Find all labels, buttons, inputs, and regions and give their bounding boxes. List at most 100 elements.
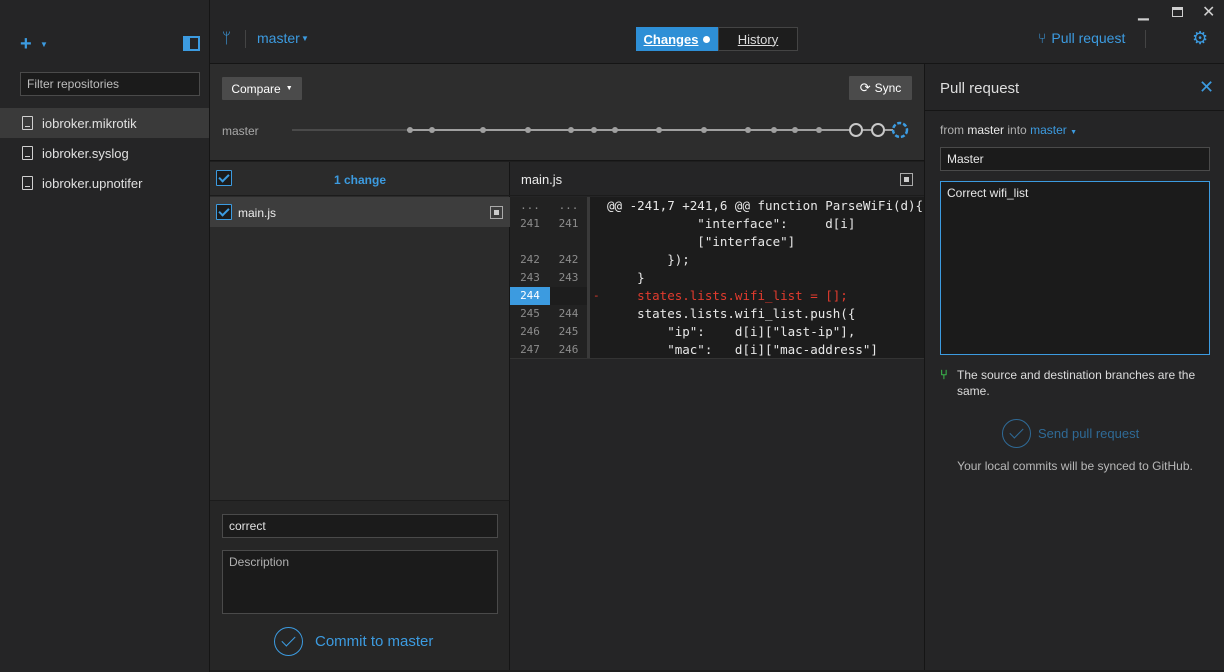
old-line-number: ... (510, 197, 550, 215)
old-line-number: 241 (510, 215, 550, 233)
old-line-number: 242 (510, 251, 550, 269)
commit-description-input[interactable] (222, 550, 498, 614)
pull-request-button[interactable]: ⑂ Pull request (1038, 30, 1125, 46)
diff-line: 241 241 "interface": d[i] (510, 215, 924, 233)
changes-count: 1 change (333, 173, 387, 187)
send-pull-request-button[interactable]: Send pull request (1002, 419, 1139, 448)
new-line-number (550, 287, 590, 305)
filter-repositories-input[interactable] (20, 72, 200, 96)
code-text: "mac": d[i]["mac-address"] (607, 342, 878, 357)
diff-sign (593, 251, 603, 269)
changed-file-row[interactable]: main.js (210, 197, 510, 227)
diff-header: main.js (510, 162, 924, 196)
repo-item[interactable]: iobroker.upnotifer (0, 168, 209, 198)
new-line-number (550, 233, 590, 251)
code-text: states.lists.wifi_list.push({ (607, 306, 856, 321)
sync-button[interactable]: ⟳ Sync (849, 76, 912, 100)
new-line-number: 245 (550, 323, 590, 341)
modified-icon (900, 173, 913, 186)
from-label: from (940, 123, 964, 137)
diff-view[interactable]: ...... @@ -241,7 +241,6 @@ function Parse… (510, 197, 924, 359)
repo-item[interactable]: iobroker.mikrotik (0, 108, 209, 138)
repo-icon (22, 146, 33, 160)
plus-icon[interactable]: + (20, 34, 32, 54)
tab-history-label: History (737, 31, 779, 47)
sidebar-toggle-icon[interactable] (183, 36, 200, 51)
chevron-down-icon[interactable]: ▼ (301, 34, 309, 43)
maximize-icon[interactable] (1172, 7, 1183, 17)
diff-sign (593, 323, 603, 341)
diff-sign (593, 341, 603, 358)
changed-file-name: main.js (238, 206, 277, 220)
diff-hunk-header: ...... @@ -241,7 +241,6 @@ function Parse… (510, 197, 924, 215)
target-branch-selector[interactable]: master (1030, 123, 1067, 137)
tab-history[interactable]: History (718, 27, 798, 51)
diff-sign: - (593, 289, 600, 302)
new-line-number: 241 (550, 215, 590, 233)
commit-button-label: Commit to master (315, 633, 434, 650)
old-line-number: 245 (510, 305, 550, 323)
divider (925, 110, 1224, 111)
chevron-down-icon[interactable]: ▼ (40, 40, 48, 49)
chevron-down-icon: ▼ (285, 85, 293, 92)
repository-sidebar: + ▼ iobroker.mikrotik iobroker.syslog io… (0, 0, 210, 672)
commit-summary-input[interactable] (222, 514, 498, 538)
top-bar: ᛘ master ▼ Changes History ⑂ Pull reques… (210, 0, 1224, 64)
commit-timeline[interactable] (210, 116, 924, 146)
pr-body-input[interactable]: Correct wifi_list (940, 181, 1210, 355)
diff-sign (593, 233, 603, 251)
code-text: } (607, 270, 645, 285)
check-icon (274, 627, 303, 656)
source-branch: master (967, 123, 1005, 137)
compare-button[interactable]: Compare ▼ (222, 77, 302, 100)
code-text: "interface": d[i] (607, 216, 856, 231)
commit-button[interactable]: Commit to master (274, 627, 433, 656)
pull-request-icon: ⑂ (1038, 30, 1047, 46)
tab-changes[interactable]: Changes (636, 27, 718, 51)
compare-bar: Compare ▼ ⟳ Sync master (210, 64, 924, 161)
sync-icon: ⟳ (859, 80, 871, 95)
pr-branch-line: from master into master ▼ (940, 123, 1077, 137)
minimize-icon[interactable]: ▁ (1138, 4, 1149, 21)
pr-title-input[interactable] (940, 147, 1210, 171)
pr-warning-text: The source and destination branches are … (957, 368, 1196, 398)
diff-line: 247 246 "mac": d[i]["mac-address"] (510, 341, 924, 358)
old-line-number (510, 233, 550, 251)
diff-sign (593, 305, 603, 323)
code-text: ["interface"] (607, 234, 796, 249)
repo-item[interactable]: iobroker.syslog (0, 138, 209, 168)
repo-icon (22, 176, 33, 190)
new-line-number: 242 (550, 251, 590, 269)
gear-icon[interactable]: ⚙ (1192, 28, 1208, 49)
diff-line: 245 244 states.lists.wifi_list.push({ (510, 305, 924, 323)
into-label: into (1007, 123, 1027, 137)
close-icon[interactable]: ✕ (1202, 2, 1215, 22)
chevron-down-icon[interactable]: ▼ (1070, 129, 1077, 136)
new-line-number: 246 (550, 341, 590, 358)
pull-request-label: Pull request (1051, 30, 1126, 46)
close-icon[interactable]: ✕ (1199, 77, 1214, 98)
repo-icon (22, 116, 33, 130)
diff-sign (593, 215, 603, 233)
diff-sign (593, 269, 603, 287)
changes-indicator-dot (703, 35, 711, 43)
diff-line: ["interface"] (510, 233, 924, 251)
panel-title: Pull request (940, 80, 1020, 97)
divider (1145, 30, 1146, 48)
code-text: }); (607, 252, 690, 267)
code-text: "ip": d[i]["last-ip"], (607, 324, 856, 339)
pr-warning: ⑂ The source and destination branches ar… (940, 367, 1212, 399)
file-checkbox[interactable] (216, 204, 232, 220)
modified-icon (490, 206, 503, 219)
old-line-number: 243 (510, 269, 550, 287)
branch-selector[interactable]: master (257, 30, 300, 46)
pull-request-panel: Pull request ✕ from master into master ▼… (924, 64, 1224, 670)
send-pull-request-label: Send pull request (1038, 426, 1140, 441)
pr-sync-note: Your local commits will be synced to Git… (957, 459, 1193, 473)
old-line-number: 246 (510, 323, 550, 341)
repo-item-label: iobroker.syslog (42, 145, 129, 161)
code-text: @@ -241,7 +241,6 @@ function ParseWiFi(d… (607, 198, 924, 213)
compare-label: Compare (231, 81, 281, 96)
check-icon (1002, 419, 1031, 448)
code-text: states.lists.wifi_list = []; (607, 288, 848, 303)
